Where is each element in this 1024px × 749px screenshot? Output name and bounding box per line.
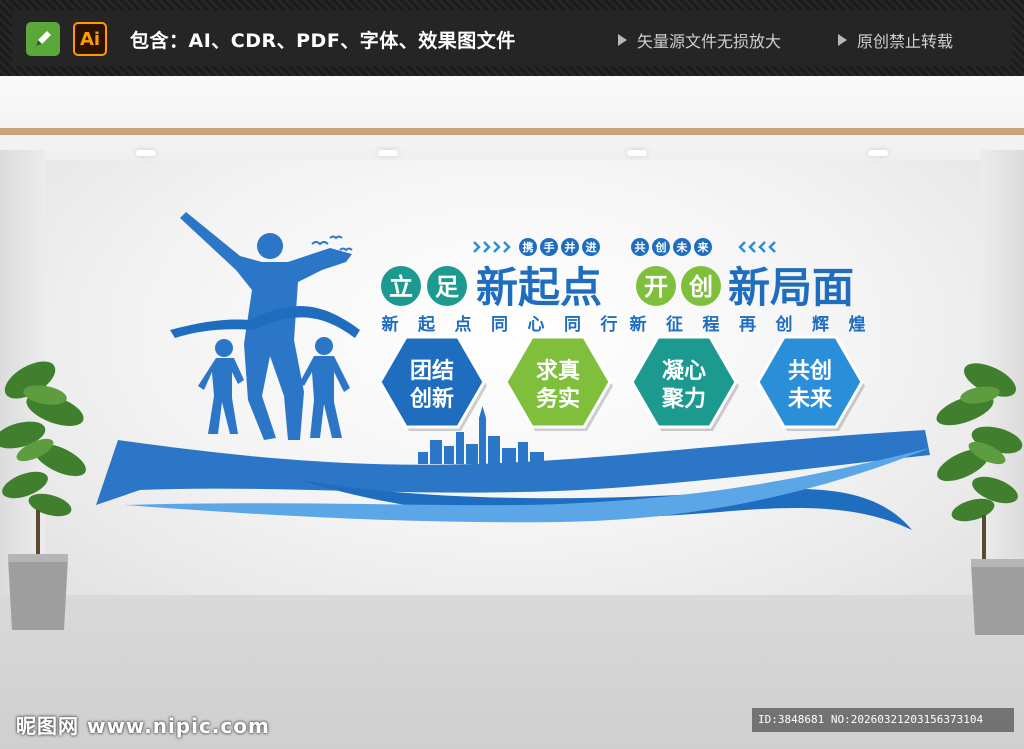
tag-left-char: 并 — [565, 240, 576, 254]
subline-left-char: 心 — [528, 315, 545, 335]
subline-right-char: 再 — [739, 315, 756, 335]
scene: Ai 包含：AI、CDR、PDF、字体、效果图文件 矢量源文件无损放大 原创禁止… — [0, 0, 1024, 749]
headline-b-circle-text: 开创 — [644, 273, 713, 301]
tag-left-char: 进 — [586, 240, 597, 254]
subline-left-char: 同 — [564, 315, 581, 335]
headline-a-circle-text: 立足 — [389, 273, 459, 301]
value-hexagon: 共创未来 — [756, 335, 865, 431]
hexagon-line1: 凝心 — [662, 358, 706, 384]
headline-a-char: 足 — [435, 273, 459, 301]
subline-right-char: 创 — [775, 314, 793, 335]
tag-left-char: 手 — [544, 240, 555, 254]
chevrons-right — [738, 241, 776, 253]
runner-silhouette-left — [198, 339, 244, 434]
hexagon-line2: 聚力 — [661, 387, 706, 412]
hexagon-line2: 创新 — [409, 386, 454, 412]
subline-left-char: 行 — [600, 314, 618, 335]
headline-b-char: 开 — [644, 273, 668, 301]
headline-a-rest: 新起点 — [476, 263, 602, 312]
watermark-site: 昵图网 www.nipic.com — [16, 714, 270, 738]
headline-a-char: 立 — [389, 273, 413, 301]
chevrons-left — [473, 241, 511, 253]
subline-right-char: 程 — [703, 315, 720, 335]
subline-right-char: 煌 — [849, 314, 866, 335]
tag-right-char: 未 — [676, 240, 689, 254]
subline-right-char: 辉 — [812, 315, 829, 335]
potted-plant-right — [936, 363, 1024, 635]
birds — [311, 235, 353, 252]
potted-plant-left — [0, 361, 86, 630]
hexagon-line2: 未来 — [788, 387, 833, 412]
tag-right-char: 来 — [697, 240, 710, 254]
headline-b-rest: 新局面 — [728, 263, 854, 312]
value-hexagon: 凝心聚力 — [630, 335, 739, 431]
headline-b-char: 创 — [688, 273, 713, 301]
wall-art: 携手并进 共创未来 立足 开创 新起点 新局面 新起点同心同行 新征程再创辉煌 … — [96, 212, 930, 530]
subline-left-char: 新 — [382, 314, 399, 335]
subline-right-char: 征 — [666, 314, 683, 335]
hexagon-line1: 团结 — [410, 358, 454, 384]
value-hexagon: 团结创新 — [378, 335, 487, 431]
subline-left-char: 点 — [455, 314, 472, 335]
subline-right-char: 新 — [630, 314, 647, 335]
tag-left-char: 携 — [523, 240, 534, 254]
hexagon-line1: 共创 — [788, 359, 832, 384]
hexagon-line2: 务实 — [536, 386, 580, 412]
tag-right-char: 创 — [655, 240, 667, 254]
subline-left-char: 起 — [417, 314, 436, 335]
subline-left: 新起点同心同行 — [382, 314, 618, 335]
runner-silhouette-right — [300, 337, 350, 438]
value-hexagon: 求真务实 — [504, 335, 613, 431]
subline-right: 新征程再创辉煌 — [630, 314, 866, 335]
subline-left-char: 同 — [491, 315, 508, 335]
hexagon-line1: 求真 — [536, 358, 580, 384]
tag-right-char: 共 — [635, 240, 646, 254]
watermark-id: ID:3848681 NO:20260321203156373104 — [752, 708, 1014, 732]
value-hexagons: 团结创新求真务实凝心聚力共创未来 — [378, 335, 865, 431]
